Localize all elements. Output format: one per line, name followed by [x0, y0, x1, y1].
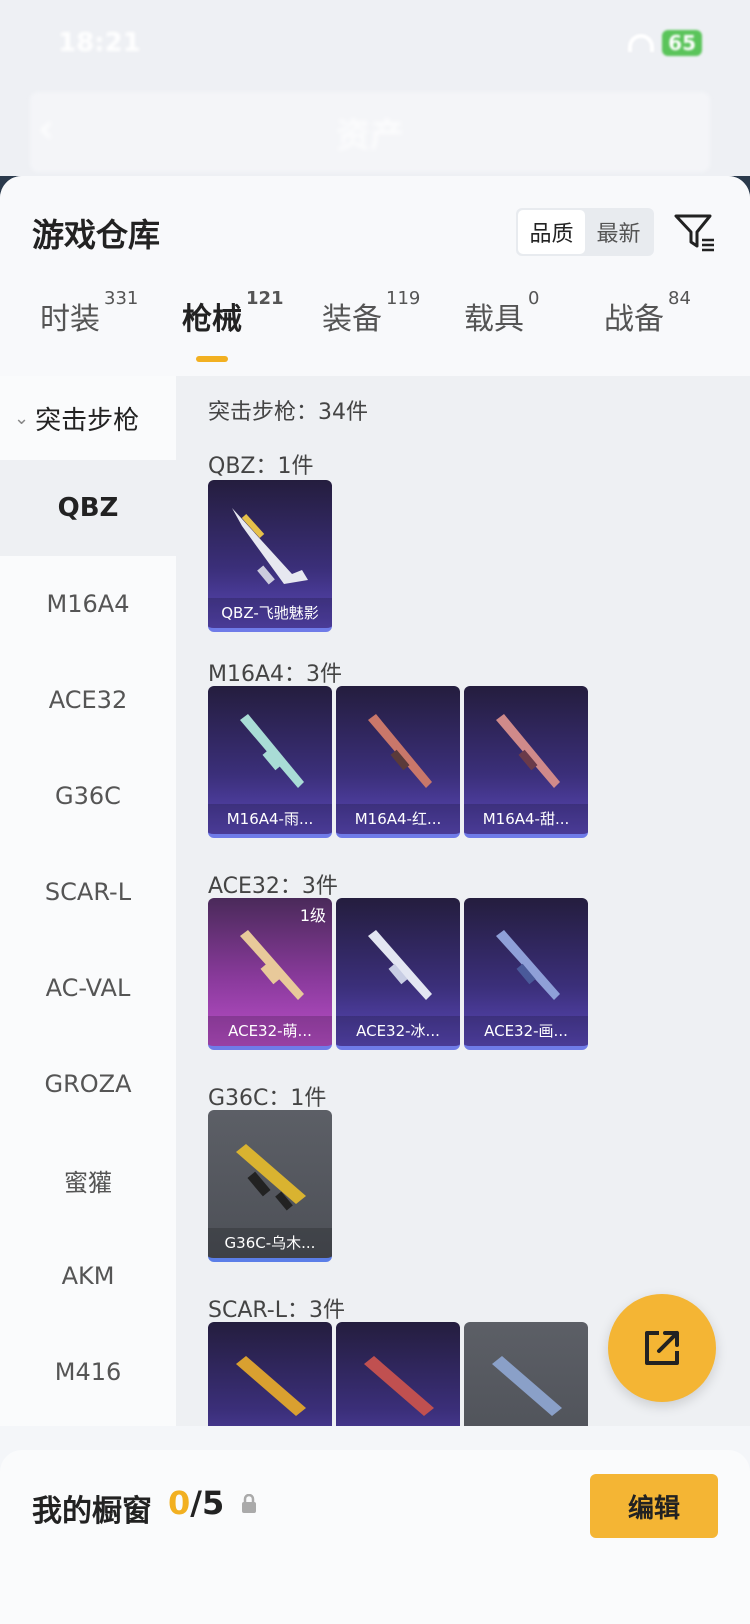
- nav-bar: ‹ 资产: [30, 92, 710, 172]
- sort-toggle: 品质 最新: [516, 208, 654, 256]
- tab-count: 119: [386, 288, 421, 309]
- sheet-title: 游戏仓库: [32, 216, 161, 254]
- skin-card[interactable]: 1级 ACE32-萌...: [208, 898, 332, 1050]
- rifle-icon: [236, 1144, 306, 1211]
- rifle-icon: [496, 714, 560, 788]
- warehouse-sheet: 游戏仓库 品质 最新 时装331 枪械121 装备119 载具0 战备84 ⌄ …: [0, 176, 750, 1624]
- skin-card[interactable]: M16A4-甜...: [464, 686, 588, 838]
- tab-label: 枪械: [182, 302, 242, 337]
- tab-count: 84: [668, 288, 691, 309]
- skin-card[interactable]: [336, 1322, 460, 1426]
- tab-label: 战备: [604, 302, 664, 337]
- sort-quality-button[interactable]: 品质: [518, 210, 585, 254]
- status-time: 18:21: [58, 28, 141, 58]
- sidebar-item-qbz[interactable]: QBZ: [0, 460, 176, 556]
- filter-icon[interactable]: [672, 210, 718, 256]
- status-icons: 65: [628, 30, 702, 56]
- rifle-icon: [240, 714, 304, 788]
- skin-name: M16A4-雨...: [208, 804, 332, 834]
- tab-count: 121: [246, 288, 284, 309]
- rifle-icon: [364, 1356, 434, 1416]
- sidebar-item-ace32[interactable]: ACE32: [0, 652, 176, 748]
- section-title: M16A4：3件: [208, 662, 343, 687]
- tab-label: 时装: [40, 302, 100, 337]
- skin-name: G36C-乌木...: [208, 1228, 332, 1258]
- sidebar-group-assault-rifle[interactable]: ⌄ 突击步枪: [0, 376, 176, 460]
- section-title: SCAR-L：3件: [208, 1298, 345, 1323]
- skin-name: ACE32-冰...: [336, 1016, 460, 1046]
- rifle-icon: [240, 930, 304, 1000]
- skin-card[interactable]: [464, 1322, 588, 1426]
- showcase-count: 0/5: [168, 1484, 224, 1522]
- category-tabs: 时装331 枪械121 装备119 载具0 战备84: [0, 288, 750, 364]
- tab-combat-gear[interactable]: 战备84: [604, 288, 691, 338]
- skin-card[interactable]: QBZ-飞驰魅影: [208, 480, 332, 632]
- active-tab-indicator: [196, 356, 228, 362]
- tab-count: 0: [528, 288, 540, 309]
- chevron-down-icon: ⌄: [14, 407, 30, 429]
- showcase-total: /5: [190, 1484, 225, 1522]
- tab-firearms[interactable]: 枪械121: [182, 288, 284, 338]
- top-area: 18:21 65 ‹ 资产: [0, 0, 750, 176]
- skin-name: M16A4-甜...: [464, 804, 588, 834]
- tab-vehicles[interactable]: 载具0: [464, 288, 539, 338]
- weapon-list: 突击步枪：34件 QBZ：1件 QBZ-飞驰魅影 M16A4：3件 M16A4-…: [176, 376, 750, 1426]
- sidebar-item-m416[interactable]: M416: [0, 1324, 176, 1420]
- rifle-icon: [232, 508, 308, 585]
- sidebar-item-g36c[interactable]: G36C: [0, 748, 176, 844]
- skin-card[interactable]: ACE32-画...: [464, 898, 588, 1050]
- sidebar-item-scar-l[interactable]: SCAR-L: [0, 844, 176, 940]
- tab-count: 331: [104, 288, 139, 309]
- sidebar-item-m16a4[interactable]: M16A4: [0, 556, 176, 652]
- section-title: G36C：1件: [208, 1086, 327, 1111]
- nav-title: 资产: [336, 116, 404, 156]
- sidebar-group-label: 突击步枪: [35, 405, 140, 436]
- rifle-icon: [492, 1356, 562, 1416]
- skin-name: M16A4-红...: [336, 804, 460, 834]
- sort-newest-button[interactable]: 最新: [585, 210, 652, 254]
- battery-indicator: 65: [662, 30, 702, 56]
- sidebar-item-honey-badger[interactable]: 蜜獾: [0, 1132, 176, 1228]
- skin-card[interactable]: ACE32-冰...: [336, 898, 460, 1050]
- section-title: ACE32：3件: [208, 874, 338, 899]
- tab-label: 装备: [322, 302, 382, 337]
- sidebar-item-groza[interactable]: GROZA: [0, 1036, 176, 1132]
- skin-card[interactable]: [208, 1322, 332, 1426]
- wifi-icon: [628, 34, 655, 52]
- skin-card[interactable]: G36C-乌木...: [208, 1110, 332, 1262]
- lock-icon: [242, 1494, 256, 1513]
- share-icon: [645, 1331, 679, 1365]
- summary-title: 突击步枪：34件: [208, 400, 368, 425]
- rifle-icon: [236, 1356, 306, 1416]
- tab-label: 载具: [464, 302, 524, 337]
- showcase-title: 我的橱窗: [32, 1494, 152, 1529]
- my-showcase-bar: 我的橱窗 0/5 编辑: [0, 1450, 750, 1624]
- sidebar-item-akm[interactable]: AKM: [0, 1228, 176, 1324]
- section-title: QBZ：1件: [208, 454, 314, 479]
- share-fab-button[interactable]: [608, 1294, 716, 1402]
- sheet-header: 游戏仓库 品质 最新 时装331 枪械121 装备119 载具0 战备84: [0, 176, 750, 376]
- skin-name: ACE32-画...: [464, 1016, 588, 1046]
- skin-card[interactable]: M16A4-雨...: [208, 686, 332, 838]
- edit-button[interactable]: 编辑: [590, 1474, 718, 1538]
- rifle-icon: [368, 930, 432, 1000]
- rifle-icon: [496, 930, 560, 1000]
- tab-costume[interactable]: 时装331: [40, 288, 138, 338]
- skin-name: QBZ-飞驰魅影: [208, 598, 332, 628]
- skin-card[interactable]: M16A4-红...: [336, 686, 460, 838]
- skin-name: ACE32-萌...: [208, 1016, 332, 1046]
- rifle-icon: [368, 714, 432, 788]
- showcase-used: 0: [168, 1484, 191, 1522]
- weapon-sidebar: ⌄ 突击步枪 QBZ M16A4 ACE32 G36C SCAR-L AC-VA…: [0, 376, 176, 1426]
- tab-equipment[interactable]: 装备119: [322, 288, 420, 338]
- sidebar-item-ac-val[interactable]: AC-VAL: [0, 940, 176, 1036]
